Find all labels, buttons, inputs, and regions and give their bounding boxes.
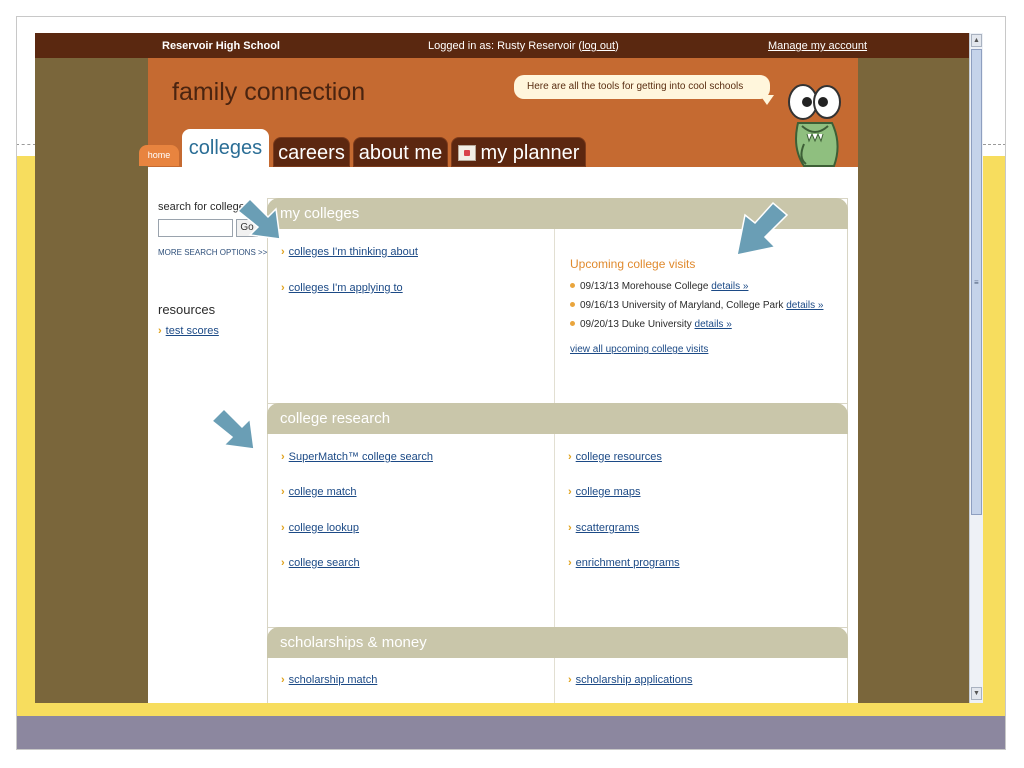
college-lookup-link[interactable]: college lookup <box>289 522 359 534</box>
chevron-right-icon: › <box>568 674 572 686</box>
scroll-thumb[interactable]: ≡ <box>971 49 982 515</box>
chevron-right-icon: › <box>281 486 285 498</box>
chevron-right-icon: › <box>281 674 285 686</box>
visit-text: 09/13/13 Morehouse College <box>580 281 709 292</box>
resource-item: › test scores <box>158 325 219 337</box>
list-item: › college resources <box>568 451 662 463</box>
visit-row: 09/13/13 Morehouse College details » <box>570 281 748 292</box>
visit-details-link[interactable]: details » <box>711 281 748 292</box>
list-item: › scattergrams <box>568 522 639 534</box>
list-item: › college maps <box>568 486 641 498</box>
scattergrams-link[interactable]: scattergrams <box>576 522 640 534</box>
alligator-mascot-icon <box>788 84 841 167</box>
annotation-arrow-icon <box>236 197 281 240</box>
panel-divider <box>554 434 555 635</box>
panel-divider <box>554 658 555 703</box>
chevron-right-icon: › <box>281 246 285 258</box>
list-item: › SuperMatch™ college search <box>281 451 433 463</box>
chevron-right-icon: › <box>568 451 572 463</box>
college-search-input[interactable] <box>158 219 233 237</box>
view-all-visits-link[interactable]: view all upcoming college visits <box>570 344 708 355</box>
visits-heading: Upcoming college visits <box>570 257 696 271</box>
college-maps-link[interactable]: college maps <box>576 486 641 498</box>
supermatch-link[interactable]: SuperMatch™ college search <box>289 451 433 463</box>
test-scores-link[interactable]: test scores <box>166 325 219 337</box>
scroll-up-icon[interactable]: ▲ <box>971 34 982 47</box>
list-item: › college match <box>281 486 357 498</box>
scroll-down-icon[interactable]: ▼ <box>971 687 982 700</box>
list-item: › colleges I'm thinking about <box>281 246 418 258</box>
panel-divider <box>554 229 555 411</box>
tab-careers[interactable]: careers <box>273 137 350 167</box>
tab-home[interactable]: home <box>139 145 179 166</box>
list-item: › enrichment programs <box>568 557 680 569</box>
tab-my-planner[interactable]: my planner <box>451 137 586 167</box>
manage-account-wrap: Manage my account <box>768 40 867 52</box>
college-resources-link[interactable]: college resources <box>576 451 662 463</box>
college-research-panel: college research › SuperMatch™ college se… <box>267 403 848 635</box>
list-item: › college search <box>281 557 360 569</box>
annotation-arrow-icon <box>736 201 789 256</box>
chevron-right-icon: › <box>568 486 572 498</box>
logout-link[interactable]: log out <box>582 40 615 52</box>
browser-viewport: Reservoir High School Logged in as: Rust… <box>35 33 983 703</box>
login-status-text: Logged in as: Rusty Reservoir ( <box>428 40 583 52</box>
vertical-scrollbar[interactable]: ▲ ≡ ▼ <box>969 33 983 703</box>
chevron-right-icon: › <box>281 522 285 534</box>
resources-heading: resources <box>158 302 216 317</box>
main-content: search for colleges: Go MORE SEARCH OPTI… <box>148 167 858 703</box>
chevron-right-icon: › <box>281 282 285 294</box>
college-search-link[interactable]: college search <box>289 557 360 569</box>
chevron-right-icon: › <box>281 451 285 463</box>
tab-my-planner-label: my planner <box>480 142 580 164</box>
tab-about-me[interactable]: about me <box>353 137 448 167</box>
login-status: Logged in as: Rusty Reservoir (log out) <box>428 40 619 52</box>
tagline-bubble: Here are all the tools for getting into … <box>514 75 770 99</box>
chevron-right-icon: › <box>158 325 162 337</box>
chevron-right-icon: › <box>568 522 572 534</box>
scholarship-match-link[interactable]: scholarship match <box>289 674 378 686</box>
colleges-applying-to-link[interactable]: colleges I'm applying to <box>289 282 403 294</box>
scholarships-panel: scholarships & money › scholarship match … <box>267 627 848 703</box>
login-status-close: ) <box>615 40 619 52</box>
more-search-options-link[interactable]: MORE SEARCH OPTIONS >> <box>158 248 267 257</box>
school-name: Reservoir High School <box>162 40 280 52</box>
annotation-arrow-icon <box>210 407 255 450</box>
bullet-icon <box>570 283 575 288</box>
scholarships-header: scholarships & money <box>267 627 848 658</box>
chevron-right-icon: › <box>568 557 572 569</box>
view-all-row: view all upcoming college visits <box>570 344 708 355</box>
visit-details-link[interactable]: details » <box>695 319 732 330</box>
chevron-right-icon: › <box>281 557 285 569</box>
college-research-header: college research <box>267 403 848 434</box>
colleges-thinking-about-link[interactable]: colleges I'm thinking about <box>289 246 418 258</box>
college-match-link[interactable]: college match <box>289 486 357 498</box>
visit-row: 09/20/13 Duke University details » <box>570 319 732 330</box>
list-item: › college lookup <box>281 522 359 534</box>
visit-details-link[interactable]: details » <box>786 300 823 311</box>
bullet-icon <box>570 302 575 307</box>
scholarship-applications-link[interactable]: scholarship applications <box>576 674 693 686</box>
visit-text: 09/20/13 Duke University <box>580 319 692 330</box>
list-item: › colleges I'm applying to <box>281 282 403 294</box>
visit-text: 09/16/13 University of Maryland, College… <box>580 300 784 311</box>
top-bar: Reservoir High School Logged in as: Rust… <box>35 33 969 58</box>
enrichment-programs-link[interactable]: enrichment programs <box>576 557 680 569</box>
tab-colleges[interactable]: colleges <box>182 129 269 167</box>
list-item: › scholarship match <box>281 674 377 686</box>
list-item: › scholarship applications <box>568 674 692 686</box>
brand-title: family connection <box>172 78 366 106</box>
manage-account-link[interactable]: Manage my account <box>768 40 867 52</box>
tagline-bubble-tail <box>760 95 774 105</box>
planner-calendar-icon <box>457 145 476 161</box>
scroll-grip-icon: ≡ <box>974 278 979 287</box>
visit-row: 09/16/13 University of Maryland, College… <box>570 300 823 311</box>
bullet-icon <box>570 321 575 326</box>
